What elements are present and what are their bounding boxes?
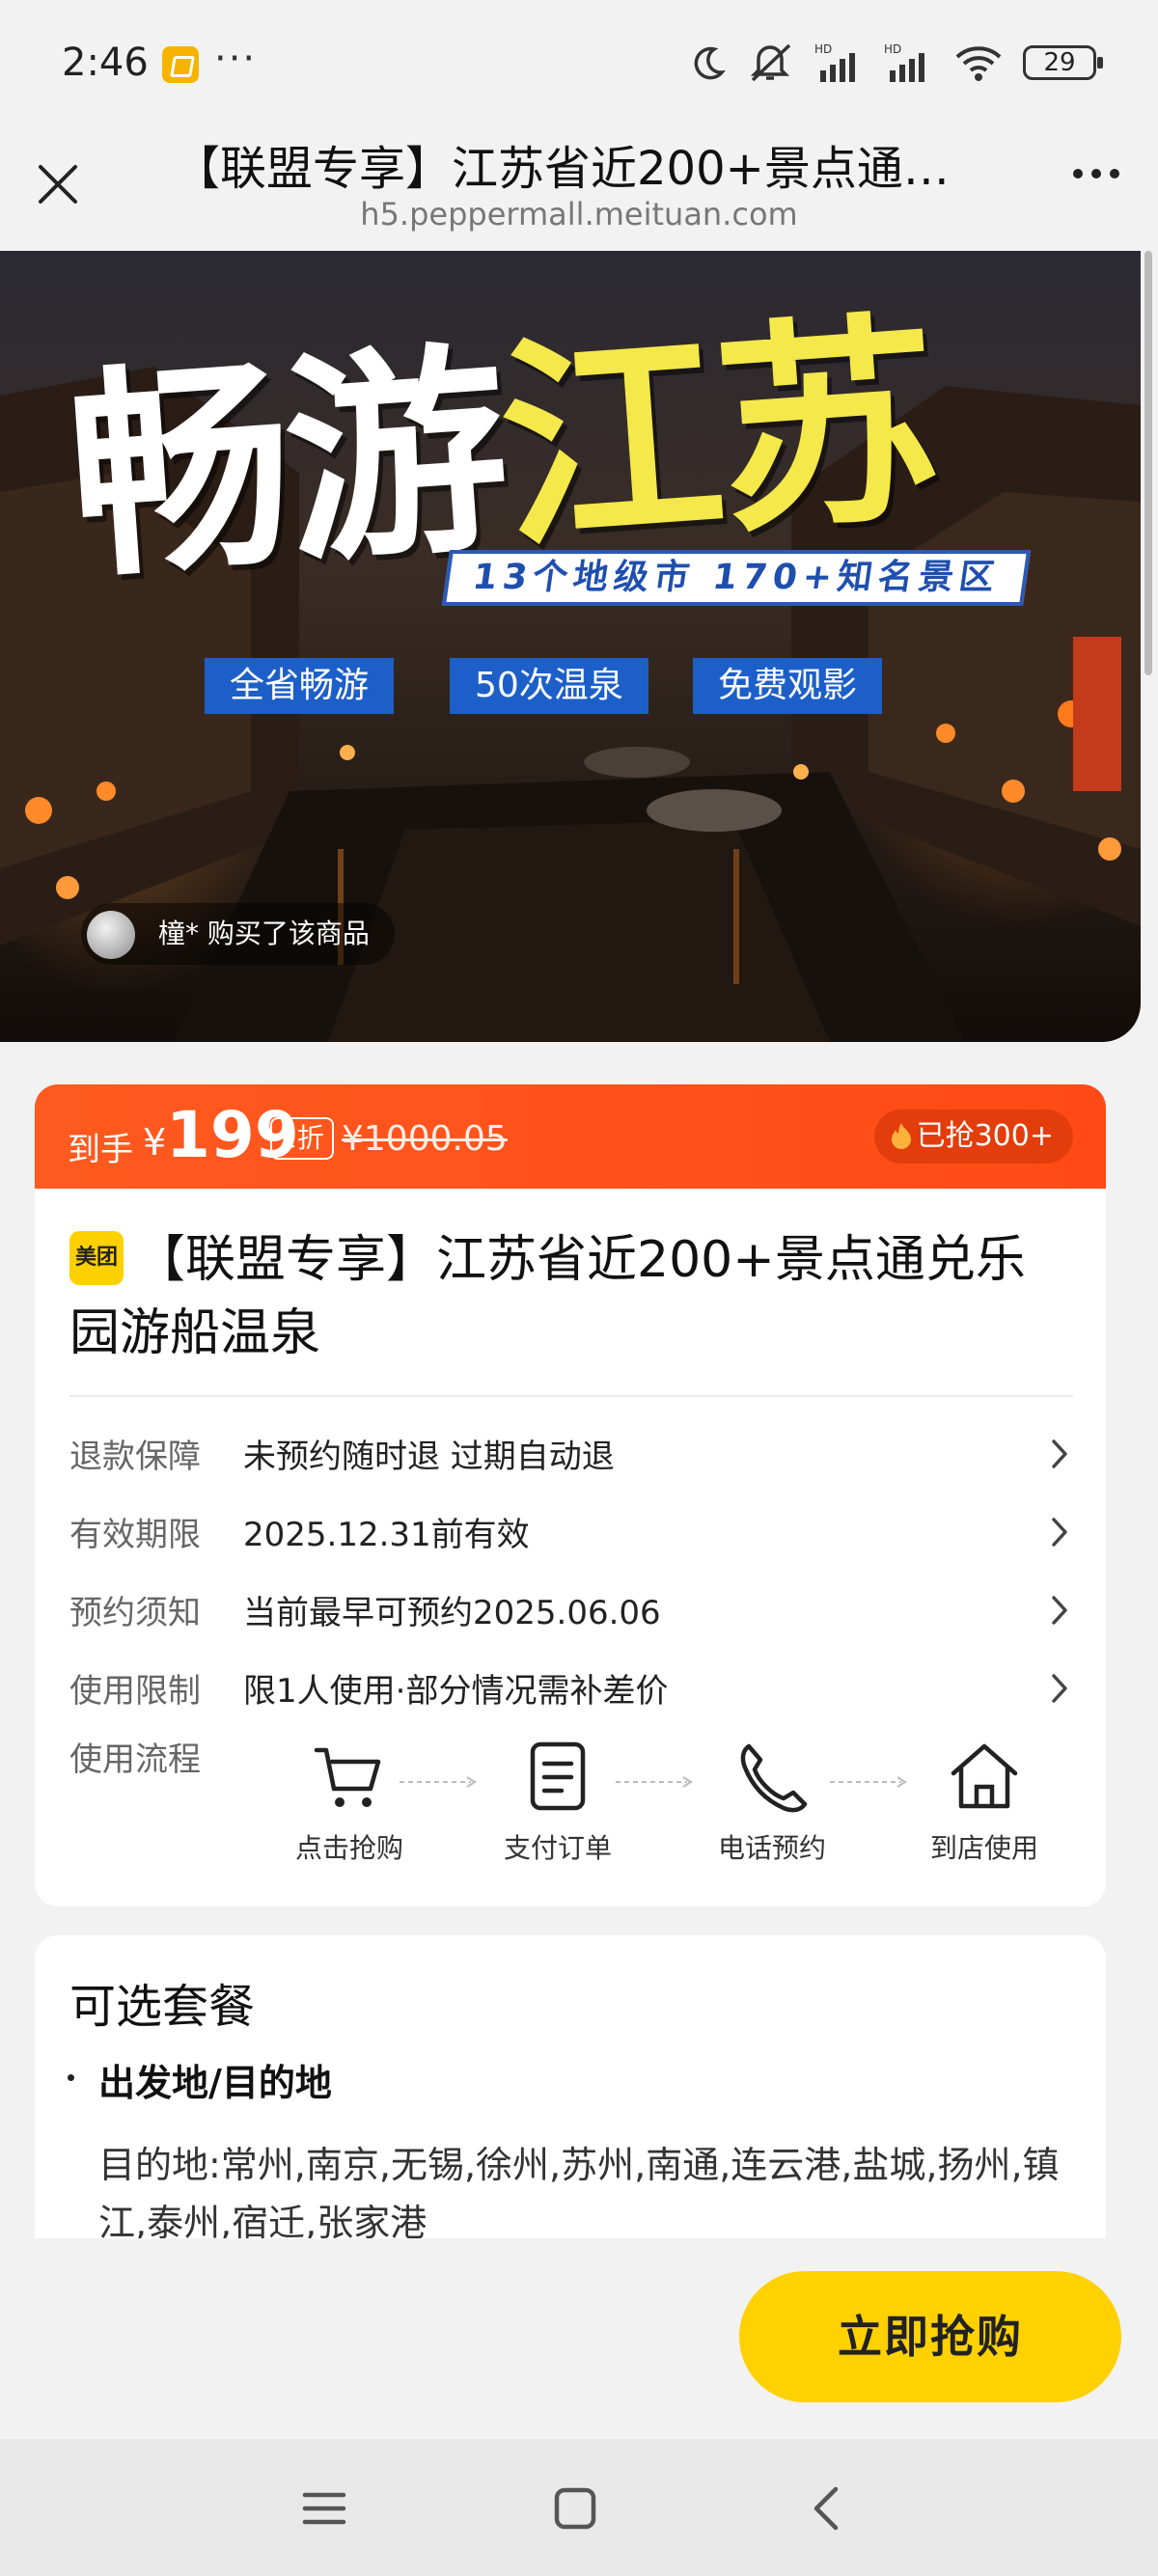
- chevron-right-icon: [1052, 1518, 1067, 1547]
- info-row-refund[interactable]: 退款保障 未预约随时退 过期自动退: [69, 1424, 1073, 1482]
- status-more-icon: ···: [214, 37, 258, 81]
- flow-step: 电话预约: [695, 1740, 849, 1866]
- flow-arrow: [400, 1776, 477, 1788]
- hero-banner[interactable]: 畅游江苏 13个地级市 170+知名景区 全省畅游 50次温泉 免费观影 橦* …: [0, 251, 1141, 1042]
- packages-card: 可选套餐 出发地/目的地 目的地:常州,南京,无锡,徐州,苏州,南通,连云港,盐…: [35, 1935, 1106, 2238]
- buy-now-button[interactable]: 立即抢购: [739, 2271, 1121, 2402]
- flow-arrow: [830, 1776, 907, 1788]
- mute-icon: [750, 43, 791, 82]
- signal-icon: HD: [814, 42, 855, 82]
- flow-arrow: [616, 1776, 693, 1788]
- svg-text:HD: HD: [814, 42, 832, 56]
- battery-icon: 29: [1023, 45, 1103, 80]
- wifi-icon: [955, 46, 1002, 81]
- info-value: 当前最早可预约2025.06.06: [243, 1594, 661, 1632]
- status-icons: HD HD 29: [689, 39, 1103, 87]
- bullet-icon: [68, 2074, 74, 2081]
- page-title: 【联盟专享】江苏省近200+景点通…: [174, 142, 950, 196]
- avatar: [87, 911, 135, 959]
- phone-icon: [740, 1743, 808, 1813]
- packages-title: 可选套餐: [69, 1980, 256, 2034]
- signal-icon: HD: [884, 42, 924, 82]
- currency-symbol: ¥: [143, 1121, 167, 1164]
- home-icon: [951, 1743, 1018, 1809]
- discount-badge: 2折: [270, 1117, 334, 1160]
- info-label: 有效期限: [69, 1516, 201, 1554]
- flow-step: 点击抢购: [272, 1740, 427, 1866]
- fire-icon: [891, 1123, 911, 1149]
- flow-step: 支付订单: [481, 1740, 635, 1866]
- status-bar: 2:46 ··· HD HD 29: [0, 0, 1158, 130]
- hero-tag: 全省畅游: [205, 658, 395, 714]
- price-bar: 到手 ¥ 199 2折 ¥1000.05 已抢300+: [35, 1084, 1106, 1191]
- info-row-restriction[interactable]: 使用限制 限1人使用·部分情况需补差价: [69, 1658, 1073, 1716]
- flow-label: 使用流程: [69, 1740, 201, 1779]
- packages-destinations: 目的地:常州,南京,无锡,徐州,苏州,南通,连云港,盐城,扬州,镇江,泰州,宿迁…: [98, 2144, 1060, 2238]
- hero-tag: 50次温泉: [450, 658, 648, 714]
- sold-count-badge: 已抢300+: [873, 1110, 1073, 1164]
- packages-subheading: 出发地/目的地: [98, 2062, 332, 2104]
- info-label: 使用限制: [69, 1672, 201, 1711]
- price-label: 到手: [68, 1131, 133, 1169]
- document-icon: [530, 1741, 586, 1811]
- info-value: 2025.12.31前有效: [243, 1516, 530, 1554]
- hero-subtitle: 13个地级市 170+知名景区: [441, 550, 1032, 606]
- info-label: 退款保障: [69, 1438, 201, 1476]
- cart-icon: [314, 1747, 381, 1807]
- chevron-right-icon: [1052, 1439, 1067, 1468]
- recent-buyer-notice: 橦* 购买了该商品: [81, 903, 395, 965]
- browser-nav-bar: 【联盟专享】江苏省近200+景点通… h5.peppermall.meituan…: [0, 130, 1158, 251]
- info-row-validity[interactable]: 有效期限 2025.12.31前有效: [69, 1502, 1073, 1560]
- status-time: 2:46: [62, 41, 149, 85]
- home-button-icon[interactable]: [548, 2481, 602, 2535]
- flow-step: 到店使用: [907, 1740, 1062, 1866]
- divider: [69, 1395, 1073, 1397]
- notification-app-icon: [162, 46, 199, 83]
- back-icon[interactable]: [801, 2481, 855, 2535]
- info-row-booking[interactable]: 预约须知 当前最早可预约2025.06.06: [69, 1580, 1073, 1638]
- page-url: h5.peppermall.meituan.com: [360, 196, 798, 233]
- info-label: 预约须知: [69, 1594, 201, 1632]
- original-price: ¥1000.05: [342, 1119, 508, 1159]
- product-title: 【联盟专享】江苏省近200+景点通兑乐园游船温泉: [69, 1231, 1026, 1362]
- menu-icon[interactable]: [297, 2481, 351, 2535]
- info-value: 限1人使用·部分情况需补差价: [243, 1672, 669, 1711]
- chevron-right-icon: [1052, 1674, 1067, 1703]
- svg-text:HD: HD: [884, 42, 901, 56]
- moon-icon: [694, 46, 726, 80]
- buyer-text: 橦* 购买了该商品: [158, 918, 370, 949]
- system-nav-bar: [0, 2439, 1158, 2576]
- hero-tag: 免费观影: [693, 658, 883, 714]
- product-info-card: 美团 【联盟专享】江苏省近200+景点通兑乐园游船温泉 退款保障 未预约随时退 …: [35, 1189, 1106, 1906]
- info-value: 未预约随时退 过期自动退: [243, 1438, 615, 1476]
- more-options-icon[interactable]: [1073, 169, 1119, 178]
- chevron-right-icon: [1052, 1596, 1067, 1625]
- page-scrollbar[interactable]: [1144, 251, 1152, 675]
